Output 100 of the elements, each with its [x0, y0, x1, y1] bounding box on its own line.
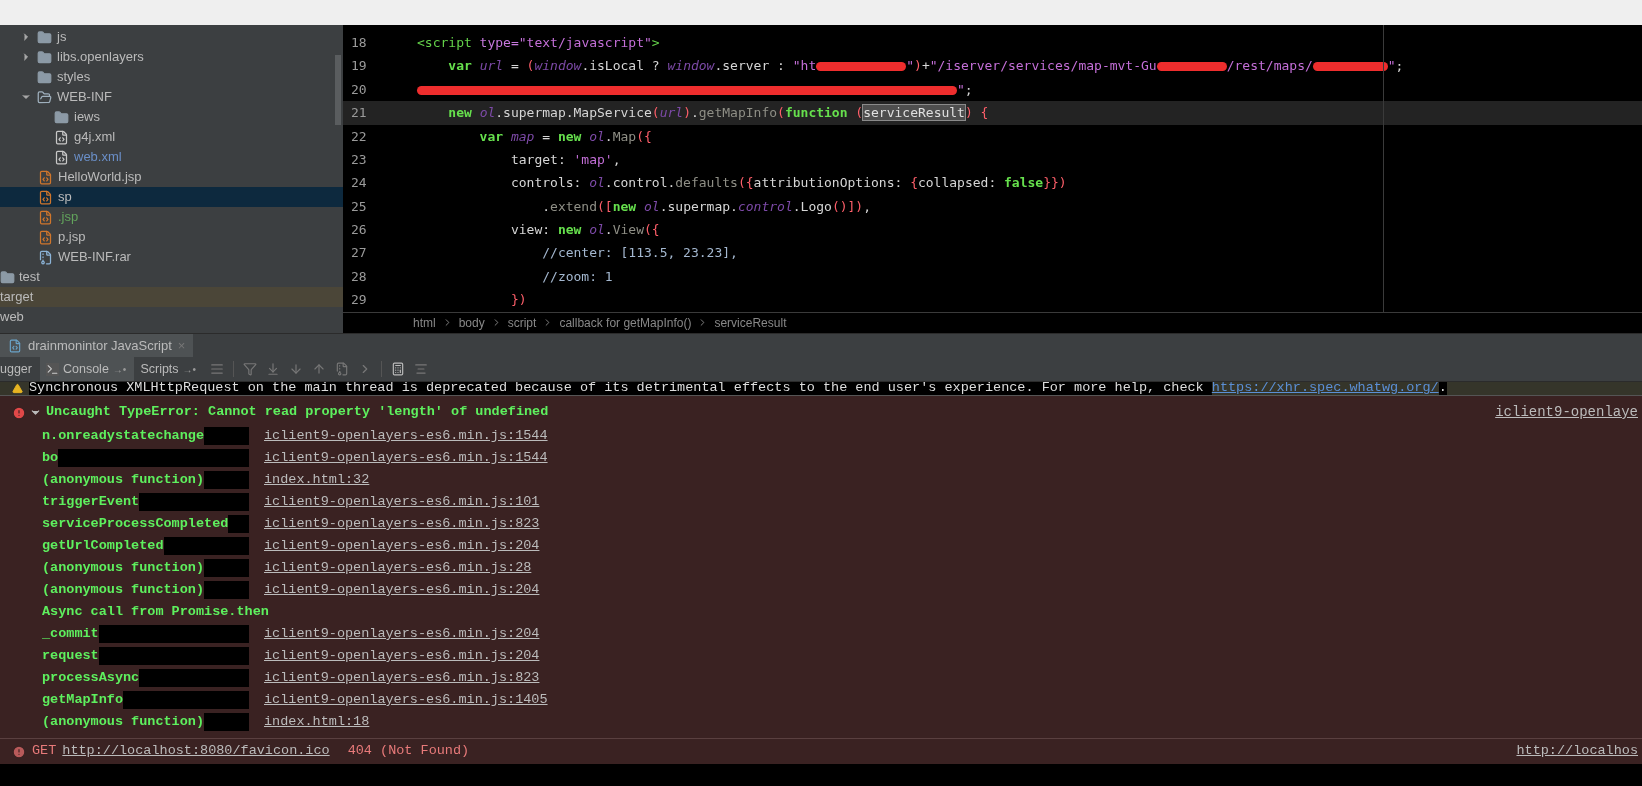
frame-name: bo — [42, 448, 59, 467]
request-url[interactable]: http://localhost:8080/favicon.ico — [62, 741, 330, 762]
settings-lines-icon[interactable] — [414, 362, 429, 376]
tree-item[interactable]: web — [0, 307, 343, 327]
line-number: 29 — [350, 291, 368, 310]
frame-location[interactable]: iclient9-openlayers-es6.min.js:1544 — [264, 447, 548, 469]
step-out-icon[interactable] — [312, 362, 327, 376]
frame-location[interactable]: iclient9-openlayers-es6.min.js:204 — [264, 623, 540, 645]
code-line: }) — [509, 291, 527, 310]
breadcrumb-item[interactable]: serviceResult — [714, 313, 787, 332]
tree-item[interactable]: p.jsp — [0, 227, 343, 247]
tree-label: .jsp — [58, 208, 79, 227]
frame-name: getMapInfo — [42, 690, 123, 709]
frame-name: (anonymous function) — [42, 580, 205, 599]
line-number: 20 — [350, 80, 368, 99]
pin-icon[interactable]: →• — [182, 361, 197, 377]
frame-location[interactable]: iclient9-openlayers-es6.min.js:204 — [264, 579, 540, 601]
calculator-icon[interactable] — [391, 362, 406, 376]
warning-link[interactable]: https://xhr.spec.whatwg.org/ — [1211, 382, 1439, 395]
open-folder-icon — [37, 89, 52, 105]
redaction-block — [228, 515, 249, 533]
file-icon — [38, 189, 53, 205]
line-number: 26 — [350, 221, 368, 240]
code-line: controls: ol.control.defaults({attributionOptions: {collapsed: false}}) — [509, 174, 1067, 193]
tree-item[interactable]: HelloWorld.jsp — [0, 167, 343, 187]
file-icon — [54, 149, 69, 165]
debugger-tab[interactable]: Scripts →• — [134, 357, 205, 381]
frame-location[interactable]: iclient9-openlayers-es6.min.js:1405 — [264, 689, 548, 711]
error-icon — [12, 405, 26, 420]
request-method: GET — [32, 742, 57, 761]
tree-item[interactable]: libs.openlayers — [0, 47, 343, 67]
code-line: <script type="text/javascript"> — [417, 33, 660, 52]
tree-label: sp — [58, 188, 72, 207]
warning-icon — [12, 383, 23, 394]
tree-item[interactable]: web.xml — [0, 147, 343, 167]
file-icon — [38, 169, 53, 185]
source-link[interactable]: http://localhos — [1516, 741, 1638, 762]
code-line: //zoom: 1 — [541, 267, 613, 286]
frame-name: (anonymous function) — [42, 558, 205, 577]
folder-icon — [0, 269, 15, 285]
line-number: 22 — [350, 127, 368, 146]
frame-name: (anonymous function) — [42, 712, 205, 731]
line-number: 24 — [350, 174, 368, 193]
line-number: 18 — [350, 33, 368, 52]
tree-item[interactable]: WEB-INF.rar — [0, 247, 343, 267]
folder-icon — [37, 49, 52, 65]
folder-icon — [37, 69, 52, 85]
tree-item[interactable]: target — [0, 287, 343, 307]
frame-name: _commit — [42, 624, 99, 643]
frame-location[interactable]: iclient9-openlayers-es6.min.js:823 — [264, 667, 540, 689]
tree-item[interactable]: .jsp — [0, 207, 343, 227]
tree-item[interactable]: test — [0, 267, 343, 287]
error-message: Uncaught TypeError: Cannot read property 'length' of undefined — [46, 403, 550, 422]
tree-item[interactable]: iews — [0, 107, 343, 127]
tree-label: HelloWorld.jsp — [58, 168, 142, 187]
frame-location[interactable]: iclient9-openlayers-es6.min.js:1544 — [264, 425, 548, 447]
code-editor[interactable] — [343, 25, 1642, 312]
code-line: var url = (window.isLocal ? window.server : "ht ")+"/iserver/services/map-mvt-Gu /rest/maps/ "; — [447, 57, 1404, 76]
tree-label: web.xml — [74, 148, 122, 167]
frame-location[interactable]: index.html:32 — [264, 469, 370, 491]
breadcrumb-item[interactable]: body — [458, 313, 485, 332]
tool-window-tab[interactable]: drainmonintor JavaScript × — [0, 334, 194, 357]
file-icon — [38, 229, 53, 245]
line-number: 27 — [350, 244, 368, 263]
step-into-icon[interactable] — [266, 362, 281, 376]
frame-name: getUrlCompleted — [42, 536, 164, 555]
frame-location[interactable]: iclient9-openlayers-es6.min.js:204 — [264, 535, 540, 557]
js-debug-icon — [8, 338, 22, 353]
redaction-block — [204, 581, 249, 599]
frame-name: processAsync — [42, 668, 140, 687]
folder-icon — [54, 109, 69, 125]
tree-label: iews — [74, 108, 100, 127]
lines-icon[interactable] — [210, 362, 225, 376]
frame-location[interactable]: iclient9-openlayers-es6.min.js:28 — [264, 557, 532, 579]
debugger-tab[interactable]: Console →• — [40, 357, 135, 381]
frame-location[interactable]: index.html:18 — [264, 711, 370, 733]
tree-item[interactable]: js — [0, 27, 343, 47]
line-number: 19 — [350, 57, 368, 76]
scrollbar-thumb[interactable] — [335, 55, 341, 125]
tree-item[interactable]: WEB-INF — [0, 87, 343, 107]
breadcrumb-item[interactable]: callback for getMapInfo() — [559, 313, 692, 332]
code-line: new ol.supermap.MapService(url).getMapInfo(function (serviceResult) { — [447, 104, 989, 123]
warning-message: Synchronous XMLHttpRequest on the main thread is deprecated because of its detrimental effects to the end user's experience. For more help, check https://xhr.spec.whatwg.org/. — [29, 382, 1447, 395]
redaction-block — [204, 471, 249, 489]
tree-item[interactable]: g4j.xml — [0, 127, 343, 147]
breadcrumb-item[interactable]: script — [507, 313, 537, 332]
frame-location[interactable]: iclient9-openlayers-es6.min.js:823 — [264, 513, 540, 535]
breadcrumb-item[interactable]: html — [413, 313, 436, 332]
frame-location[interactable]: iclient9-openlayers-es6.min.js:204 — [264, 645, 540, 667]
source-link[interactable]: iclient9-openlaye — [1495, 402, 1638, 423]
frame-name: serviceProcessCompleted — [42, 514, 229, 533]
tree-label: libs.openlayers — [57, 48, 144, 67]
tree-item[interactable]: styles — [0, 67, 343, 87]
tree-label: web — [0, 308, 24, 327]
tree-label: WEB-INF.rar — [58, 248, 131, 267]
tree-item[interactable]: sp — [0, 187, 343, 207]
debugger-tab[interactable]: ugger — [0, 357, 40, 381]
frame-location[interactable]: iclient9-openlayers-es6.min.js:101 — [264, 491, 540, 513]
tree-label: test — [19, 268, 40, 287]
frame-name: n.onreadystatechange — [42, 426, 205, 445]
